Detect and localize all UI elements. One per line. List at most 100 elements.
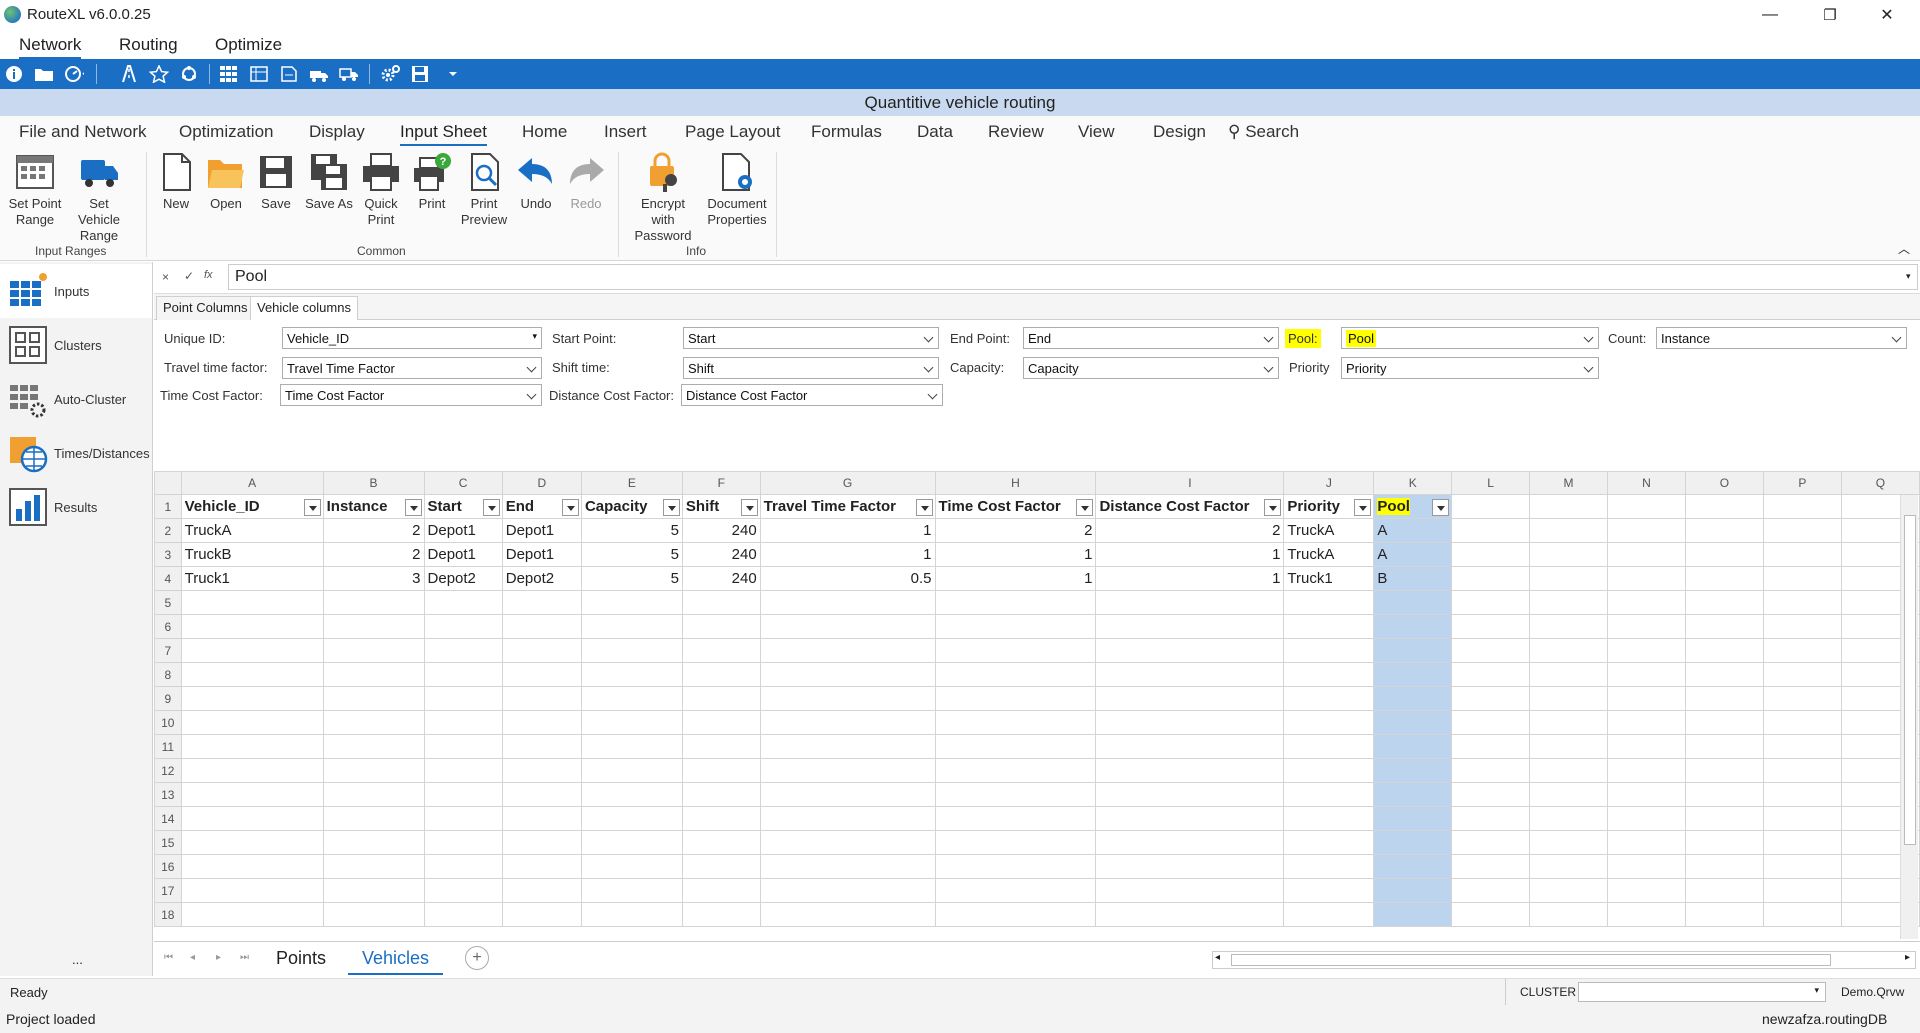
cell[interactable] <box>501 614 582 639</box>
document-properties-button[interactable]: Document Properties <box>702 152 772 228</box>
column-header[interactable]: A <box>180 471 324 495</box>
cell[interactable] <box>1095 878 1285 903</box>
cell[interactable] <box>501 638 582 663</box>
cell[interactable] <box>759 638 936 663</box>
select-all-corner[interactable] <box>154 471 182 495</box>
cell[interactable] <box>1529 686 1609 711</box>
cell[interactable] <box>180 806 324 831</box>
tab-home[interactable]: Home <box>522 122 567 142</box>
cell[interactable] <box>1451 878 1531 903</box>
row-header[interactable]: 13 <box>154 782 182 807</box>
cell[interactable]: 1 <box>934 566 1097 591</box>
cell[interactable]: 2 <box>322 542 425 567</box>
cell[interactable] <box>180 734 324 759</box>
cell[interactable] <box>180 878 324 903</box>
cell[interactable] <box>681 590 761 615</box>
cell[interactable] <box>322 878 425 903</box>
cell[interactable] <box>759 710 936 735</box>
cell[interactable] <box>1529 614 1609 639</box>
tab-point-columns[interactable]: Point Columns <box>156 296 255 320</box>
cell[interactable]: 1 <box>934 542 1097 567</box>
cell[interactable] <box>180 686 324 711</box>
cell[interactable] <box>1762 830 1842 855</box>
cell[interactable] <box>1529 806 1609 831</box>
cell[interactable] <box>1095 590 1285 615</box>
row-header[interactable]: 4 <box>154 566 182 591</box>
vertical-scrollbar[interactable] <box>1900 495 1918 939</box>
filter-dropdown-icon[interactable] <box>1432 499 1450 516</box>
encrypt-button[interactable]: Encrypt with Password <box>624 152 702 244</box>
cell[interactable] <box>934 854 1097 879</box>
travel-time-select[interactable]: Travel Time Factor <box>282 357 542 379</box>
cell[interactable]: 5 <box>580 542 683 567</box>
cell[interactable] <box>681 830 761 855</box>
restore-button[interactable]: ❐ <box>1805 0 1855 29</box>
row-header[interactable]: 7 <box>154 638 182 663</box>
cell[interactable] <box>1283 830 1375 855</box>
cell[interactable] <box>1684 830 1764 855</box>
cell[interactable] <box>423 878 503 903</box>
count-select[interactable]: Instance <box>1656 327 1907 349</box>
cell[interactable] <box>322 686 425 711</box>
filter-dropdown-icon[interactable] <box>482 499 500 516</box>
cell[interactable] <box>1095 758 1285 783</box>
cell[interactable] <box>580 854 683 879</box>
cell[interactable] <box>423 782 503 807</box>
cell[interactable] <box>423 734 503 759</box>
cell[interactable]: 3 <box>322 566 425 591</box>
cell[interactable] <box>501 830 582 855</box>
cell[interactable] <box>423 590 503 615</box>
cell[interactable] <box>1684 542 1764 567</box>
prev-sheet-icon[interactable]: ◂ <box>190 952 195 963</box>
cell[interactable] <box>681 710 761 735</box>
cell[interactable]: 5 <box>580 518 683 543</box>
filter-dropdown-icon[interactable] <box>915 499 933 516</box>
cell[interactable] <box>759 902 936 927</box>
cell[interactable] <box>1373 662 1453 687</box>
function-button[interactable]: fx <box>204 269 213 281</box>
cell[interactable] <box>1607 734 1686 759</box>
open-button[interactable]: Open <box>206 152 246 212</box>
vertical-scroll-thumb[interactable] <box>1904 515 1916 845</box>
cell[interactable] <box>322 902 425 927</box>
cell[interactable] <box>1529 830 1609 855</box>
time-cost-select[interactable]: Time Cost Factor <box>280 384 542 406</box>
cell[interactable] <box>501 902 582 927</box>
cell[interactable]: Priority <box>1283 494 1375 519</box>
cell[interactable] <box>1607 854 1686 879</box>
tab-vehicle-columns[interactable]: Vehicle columns <box>250 296 358 320</box>
cell[interactable] <box>1283 662 1375 687</box>
filter-dropdown-icon[interactable] <box>1076 499 1094 516</box>
cell[interactable] <box>681 734 761 759</box>
row-header[interactable]: 11 <box>154 734 182 759</box>
cell[interactable] <box>1283 806 1375 831</box>
cell[interactable] <box>934 686 1097 711</box>
cell[interactable] <box>180 758 324 783</box>
cell[interactable] <box>1762 878 1842 903</box>
cell[interactable] <box>1451 710 1531 735</box>
cell[interactable] <box>580 686 683 711</box>
nav-more[interactable]: ... <box>72 952 83 967</box>
row-header[interactable]: 16 <box>154 854 182 879</box>
cell[interactable] <box>1607 710 1686 735</box>
sheet-tab-points[interactable]: Points <box>262 942 340 975</box>
cell[interactable] <box>1684 782 1764 807</box>
cell[interactable] <box>1451 494 1531 519</box>
cancel-edit-button[interactable]: × <box>162 270 169 284</box>
cell[interactable]: 240 <box>681 566 761 591</box>
cell[interactable]: Truck1 <box>180 566 324 591</box>
cell[interactable] <box>934 638 1097 663</box>
cell[interactable] <box>1451 758 1531 783</box>
cell[interactable]: Time Cost Factor <box>934 494 1097 519</box>
cell[interactable] <box>1451 518 1531 543</box>
cell[interactable] <box>1095 782 1285 807</box>
cell[interactable] <box>1373 686 1453 711</box>
cell[interactable] <box>681 662 761 687</box>
cell[interactable] <box>1607 878 1686 903</box>
cell[interactable] <box>501 662 582 687</box>
cell[interactable]: 1 <box>759 542 936 567</box>
cell[interactable] <box>1529 782 1609 807</box>
cell[interactable] <box>1762 854 1842 879</box>
cell[interactable] <box>1451 638 1531 663</box>
cell[interactable] <box>423 662 503 687</box>
